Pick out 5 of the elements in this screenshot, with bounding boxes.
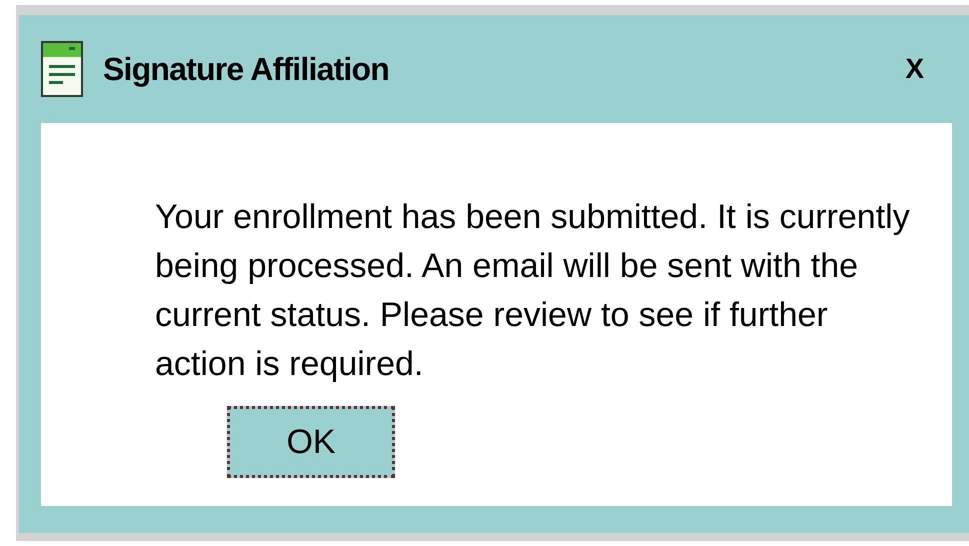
- window-icon: [41, 41, 83, 97]
- close-button[interactable]: X: [905, 48, 924, 90]
- ok-button[interactable]: OK: [227, 406, 395, 478]
- message-text: Your enrollment has been submitted. It is currently being processed. An email will be sent with the current status. Please review to see if further action is required.: [155, 197, 911, 385]
- window-title: Signature Affiliation: [103, 50, 390, 89]
